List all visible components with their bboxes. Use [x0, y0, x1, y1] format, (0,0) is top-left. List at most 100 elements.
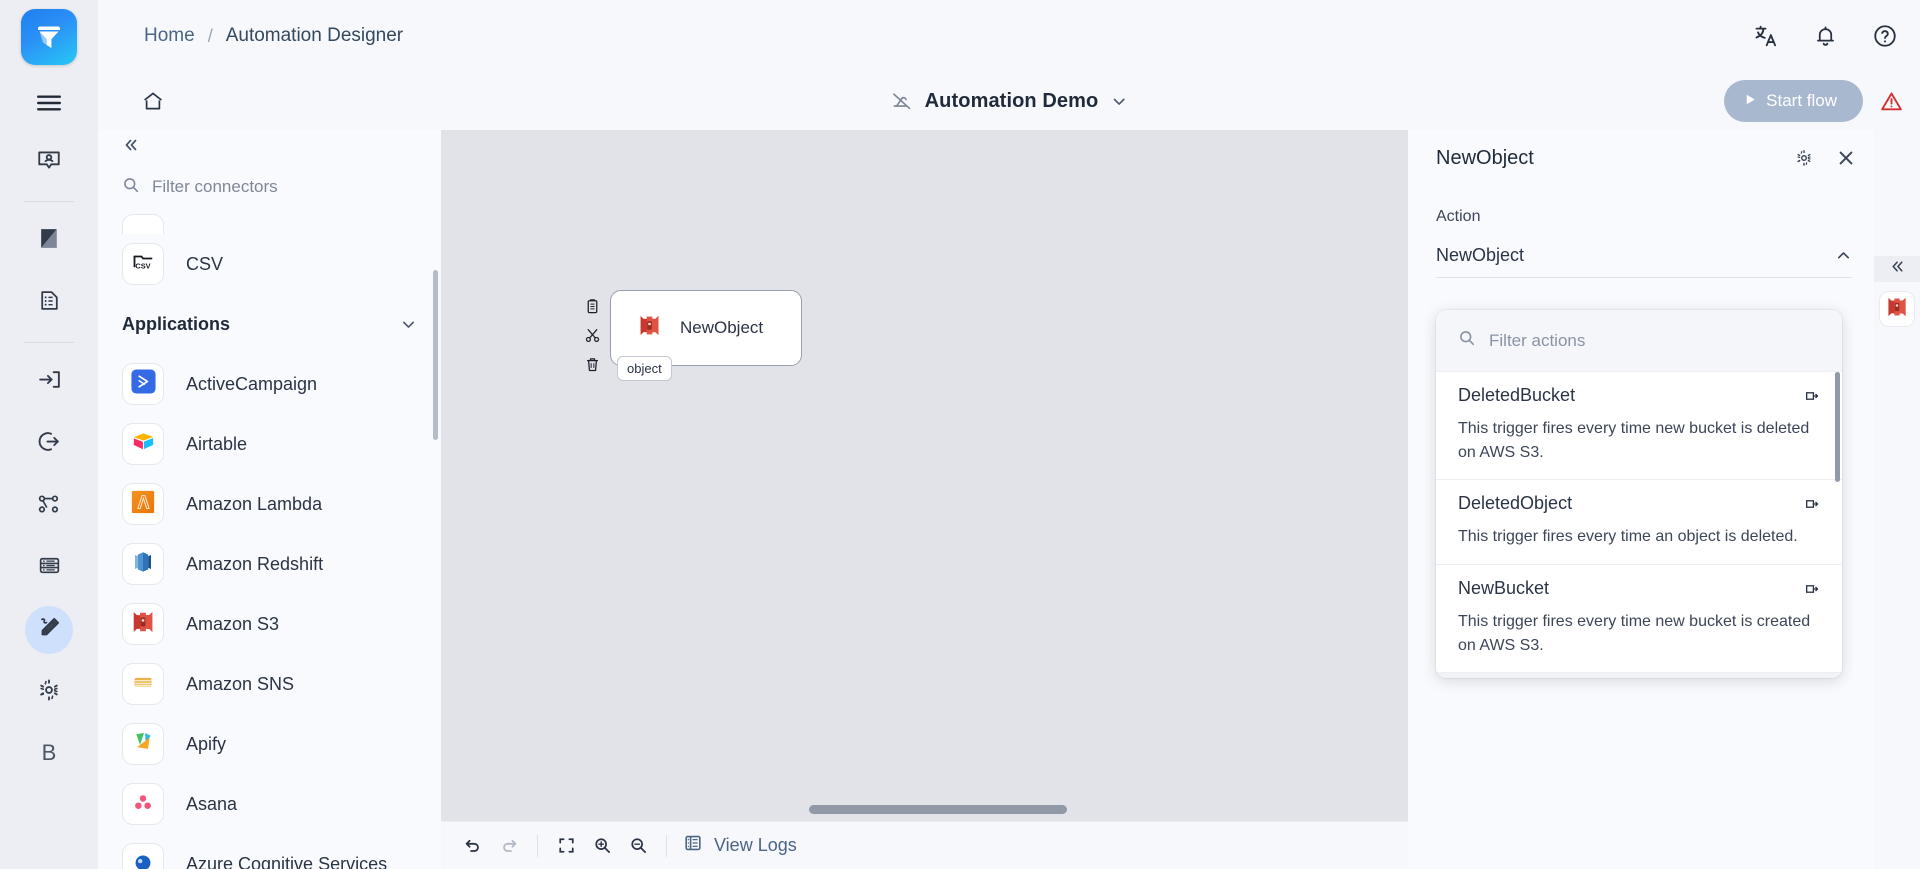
connector-tile: CSV: [122, 243, 164, 285]
sidebar-item-analytics[interactable]: [25, 217, 73, 265]
connector-tile: [122, 723, 164, 765]
connector-list-scrollbar[interactable]: [433, 270, 438, 440]
airtable-logo-icon: [130, 428, 157, 460]
list-item-label: Amazon S3: [186, 613, 280, 634]
connector-list[interactable]: CSV CSV Applications ActiveCampaign Airt…: [98, 210, 441, 869]
trash-delete-icon[interactable]: [584, 356, 601, 373]
search-icon: [1458, 329, 1476, 352]
list-item[interactable]: Amazon Redshift: [98, 534, 441, 594]
action-option-selected[interactable]: NewObject: [1436, 673, 1842, 678]
left-rail: B: [0, 0, 98, 869]
list-item[interactable]: Amazon SNS: [98, 654, 441, 714]
collapse-properties-panel-button[interactable]: [1874, 256, 1920, 282]
warning-triangle-icon[interactable]: [1879, 89, 1904, 114]
canvas-wrapper: NewObject object View Logs: [441, 130, 1408, 869]
gear-icon[interactable]: [1794, 148, 1814, 168]
action-option-description: This trigger fires every time an object …: [1458, 528, 1798, 546]
properties-panel: NewObject Action NewObject Filter action…: [1408, 130, 1874, 869]
action-option[interactable]: NewBucket This trigger fires every time …: [1436, 565, 1842, 674]
action-list-scrollbar[interactable]: [1835, 372, 1840, 482]
sidebar-item-settings[interactable]: [25, 668, 73, 716]
app-logo[interactable]: [21, 9, 77, 65]
server-stack-icon: [37, 553, 62, 583]
bell-icon[interactable]: [1813, 24, 1838, 49]
list-item[interactable]: Azure Cognitive Services: [98, 834, 441, 869]
connector-tile: [122, 363, 164, 405]
translate-icon[interactable]: [1753, 23, 1779, 49]
connector-tile: [122, 483, 164, 525]
connector-tile: [122, 603, 164, 645]
connector-search[interactable]: [98, 164, 441, 210]
zoom-in-icon[interactable]: [584, 828, 620, 864]
list-item[interactable]: Asana: [98, 774, 441, 834]
action-filter-search[interactable]: [1436, 310, 1842, 372]
amazon-s3-logo-icon: [637, 313, 662, 343]
list-item-label: Apify: [186, 733, 227, 754]
breadcrumb-current: Automation Designer: [225, 25, 404, 46]
list-panel-icon: [683, 833, 703, 858]
magic-wand-pencil-icon: [36, 615, 62, 646]
redo-arrow-icon[interactable]: [491, 828, 527, 864]
chevron-down-icon[interactable]: [400, 316, 417, 333]
clipboard-copy-icon[interactable]: [584, 298, 601, 315]
question-circle-icon[interactable]: [1872, 23, 1898, 49]
list-item[interactable]: ActiveCampaign: [98, 354, 441, 414]
sidebar-item-automation-designer[interactable]: [25, 606, 73, 654]
activecampaign-logo-icon: [130, 368, 157, 400]
avatar[interactable]: B: [25, 729, 73, 777]
list-item[interactable]: Apify: [98, 714, 441, 774]
sidebar-item-contacts[interactable]: [25, 138, 73, 186]
flow-node[interactable]: NewObject object: [610, 290, 802, 381]
right-edge-strip: [1874, 130, 1920, 869]
start-flow-button[interactable]: Start flow: [1724, 80, 1863, 122]
csv-file-icon: CSV: [131, 250, 155, 279]
panel-app-icon-button[interactable]: [1880, 292, 1914, 326]
connector-tile: [122, 663, 164, 705]
list-item[interactable]: Airtable: [98, 414, 441, 474]
list-item-label: Amazon Lambda: [186, 493, 323, 514]
sidebar-item-inbound[interactable]: [25, 358, 73, 406]
list-item[interactable]: CSV CSV: [98, 234, 441, 294]
search-input[interactable]: [152, 177, 423, 197]
search-icon: [122, 176, 140, 199]
sidebar-item-outbound[interactable]: [25, 420, 73, 468]
collapse-connector-panel-button[interactable]: [98, 130, 441, 164]
list-item-label: Airtable: [186, 433, 248, 454]
zoom-out-icon[interactable]: [620, 828, 656, 864]
connector-group-applications[interactable]: Applications: [98, 294, 441, 354]
action-option-header: NewBucket: [1458, 578, 1820, 599]
list-item[interactable]: Amazon Lambda: [98, 474, 441, 534]
sidebar-item-documents[interactable]: [25, 279, 73, 327]
filter-actions-input[interactable]: [1489, 330, 1820, 351]
scissors-cut-icon[interactable]: [584, 327, 601, 344]
toolbar-divider-1: [537, 834, 538, 857]
chevron-up-icon[interactable]: [1835, 247, 1852, 264]
page-title: Automation Demo: [924, 89, 1099, 112]
home-icon[interactable]: [134, 82, 172, 120]
flow-title-group: Automation Demo: [891, 90, 1128, 113]
fit-to-screen-icon[interactable]: [548, 828, 584, 864]
action-option[interactable]: DeletedObject This trigger fires every t…: [1436, 480, 1842, 566]
list-item[interactable]: [98, 212, 441, 234]
body-row: CSV CSV Applications: [98, 130, 1920, 869]
action-select[interactable]: NewObject: [1436, 234, 1852, 278]
amazon-sns-logo-icon: [130, 669, 156, 700]
undo-arrow-icon[interactable]: [455, 828, 491, 864]
list-item[interactable]: Amazon S3: [98, 594, 441, 654]
breadcrumb-home[interactable]: Home: [144, 25, 195, 47]
connector-tile: [122, 423, 164, 465]
action-option[interactable]: DeletedBucket This trigger fires every t…: [1436, 372, 1842, 481]
sidebar-item-datasets[interactable]: [25, 544, 73, 592]
hamburger-menu-icon[interactable]: [29, 87, 69, 119]
flow-canvas[interactable]: NewObject object: [441, 130, 1408, 821]
canvas-horizontal-scrollbar[interactable]: [809, 805, 1067, 814]
top-bar-actions: [1753, 23, 1898, 49]
chevron-down-icon[interactable]: [1110, 93, 1127, 110]
action-options-list[interactable]: DeletedBucket This trigger fires every t…: [1436, 372, 1842, 678]
action-dropdown[interactable]: DeletedBucket This trigger fires eve: [1436, 310, 1842, 678]
close-x-icon[interactable]: [1836, 148, 1856, 168]
sidebar-item-pipelines[interactable]: [25, 482, 73, 530]
view-logs-button[interactable]: View Logs: [677, 833, 797, 858]
action-option-name: NewBucket: [1458, 578, 1550, 599]
connector-tile-partial: [122, 214, 164, 234]
